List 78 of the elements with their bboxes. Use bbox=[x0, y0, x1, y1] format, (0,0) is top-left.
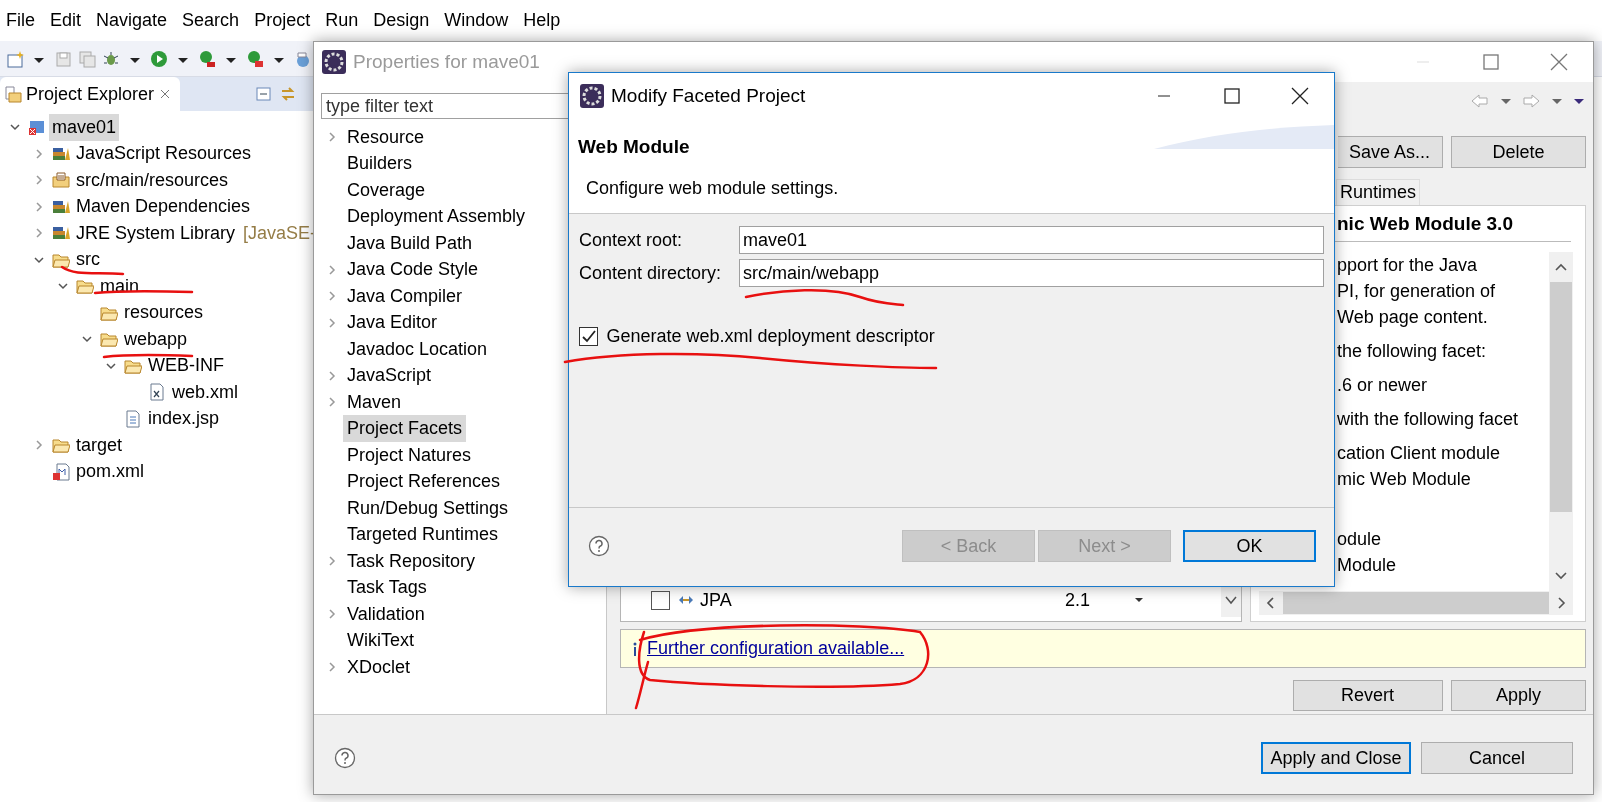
configuration-link[interactable]: Further configuration available... bbox=[647, 635, 905, 662]
tree-item[interactable]: web.xml bbox=[169, 378, 241, 406]
nav-item[interactable]: WikiText bbox=[343, 627, 418, 655]
page-heading: Web Module bbox=[578, 135, 690, 159]
tree-item[interactable]: resources bbox=[121, 299, 207, 327]
nav-item[interactable]: Task Repository bbox=[343, 547, 480, 575]
description-line: Web page content. bbox=[1337, 306, 1489, 329]
nav-item[interactable]: XDoclet bbox=[343, 653, 415, 681]
tree-item[interactable]: src/main/resources bbox=[73, 166, 232, 194]
description-line: odule bbox=[1337, 528, 1383, 551]
description-line: pport for the Java bbox=[1337, 254, 1479, 277]
facet-name: JPA bbox=[700, 588, 733, 612]
tree-item[interactable]: target bbox=[73, 431, 126, 459]
nav-item[interactable]: Java Compiler bbox=[343, 282, 467, 310]
description-line: with the following facet bbox=[1337, 408, 1520, 431]
description-line: mic Web Module bbox=[1337, 468, 1472, 491]
description-line: .6 or newer bbox=[1337, 374, 1429, 397]
description-line: cation Client module bbox=[1337, 442, 1502, 465]
description-line: Module bbox=[1337, 554, 1398, 577]
nav-item[interactable]: Builders bbox=[343, 150, 417, 178]
button[interactable]: OK bbox=[1183, 530, 1316, 562]
nav-item[interactable]: Java Code Style bbox=[343, 256, 483, 284]
button[interactable]: Save As... bbox=[1337, 136, 1443, 168]
tree-item[interactable]: JRE System Library bbox=[73, 219, 239, 247]
menu-item[interactable]: Search bbox=[182, 7, 240, 34]
tree-item[interactable]: WEB-INF bbox=[145, 352, 227, 380]
window-title: Properties for mave01 bbox=[353, 49, 540, 74]
nav-item[interactable]: Resource bbox=[343, 123, 429, 151]
tree-item[interactable]: mave01 bbox=[49, 113, 120, 141]
button[interactable]: Revert bbox=[1292, 680, 1443, 711]
menu-item[interactable]: File bbox=[6, 7, 35, 34]
menu-item[interactable]: Edit bbox=[50, 7, 82, 34]
tree-item[interactable]: JavaScript Resources bbox=[73, 140, 255, 168]
menu-item[interactable]: Project bbox=[254, 7, 311, 34]
button[interactable]: Apply and Close bbox=[1261, 742, 1411, 774]
button[interactable]: Cancel bbox=[1421, 742, 1573, 774]
button[interactable]: Apply bbox=[1451, 680, 1586, 711]
view-tab[interactable]: Project Explorer bbox=[0, 77, 181, 111]
tree-item[interactable]: src bbox=[73, 246, 103, 274]
button[interactable]: Delete bbox=[1451, 136, 1586, 168]
button: Next > bbox=[1038, 530, 1171, 562]
tree-item-decoration: [JavaSE- bbox=[243, 221, 317, 245]
dialog-title: Modify Faceted Project bbox=[611, 83, 806, 108]
tree-item[interactable]: pom.xml bbox=[73, 458, 147, 486]
nav-item[interactable]: Run/Debug Settings bbox=[343, 494, 513, 522]
input-field[interactable]: mave01 bbox=[739, 226, 1324, 254]
tree-item[interactable]: Maven Dependencies bbox=[73, 193, 254, 221]
nav-item[interactable]: Maven bbox=[343, 388, 406, 416]
page-description: Configure web module settings. bbox=[586, 176, 839, 200]
facet-version[interactable]: 2.1 bbox=[1065, 586, 1135, 614]
menu-item[interactable]: Help bbox=[523, 7, 561, 34]
tab[interactable]: Runtimes bbox=[1336, 179, 1421, 205]
input-field[interactable]: src/main/webapp bbox=[739, 259, 1324, 287]
nav-item[interactable]: Java Build Path bbox=[343, 229, 477, 257]
tree-item[interactable]: index.jsp bbox=[145, 405, 223, 433]
nav-item[interactable]: Deployment Assembly bbox=[343, 203, 530, 231]
description-line: PI, for generation of bbox=[1337, 280, 1497, 303]
nav-item[interactable]: Validation bbox=[343, 600, 429, 628]
menu-item[interactable]: Navigate bbox=[96, 7, 168, 34]
tree-item[interactable]: webapp bbox=[121, 325, 191, 353]
field-label: Content directory: bbox=[579, 261, 723, 285]
nav-item[interactable]: Targeted Runtimes bbox=[343, 521, 503, 549]
nav-item[interactable]: Coverage bbox=[343, 176, 430, 204]
description-line: the following facet: bbox=[1337, 340, 1488, 363]
nav-item[interactable]: Javadoc Location bbox=[343, 335, 492, 363]
nav-item[interactable]: Project References bbox=[343, 468, 505, 496]
menu-item[interactable]: Design bbox=[373, 7, 430, 34]
menu-item[interactable]: Run bbox=[325, 7, 359, 34]
nav-item[interactable]: Project Facets bbox=[343, 415, 467, 443]
field-label: Context root: bbox=[579, 228, 684, 252]
nav-item[interactable]: Java Editor bbox=[343, 309, 442, 337]
filter-field[interactable]: type filter text bbox=[321, 93, 569, 119]
nav-item[interactable]: Task Tags bbox=[343, 574, 431, 602]
button: < Back bbox=[902, 530, 1035, 562]
nav-item[interactable]: JavaScript bbox=[343, 362, 436, 390]
menu-item[interactable]: Window bbox=[444, 7, 509, 34]
checkbox-label: Generate web.xml deployment descriptor bbox=[606, 325, 935, 348]
nav-item[interactable]: Project Natures bbox=[343, 441, 476, 469]
